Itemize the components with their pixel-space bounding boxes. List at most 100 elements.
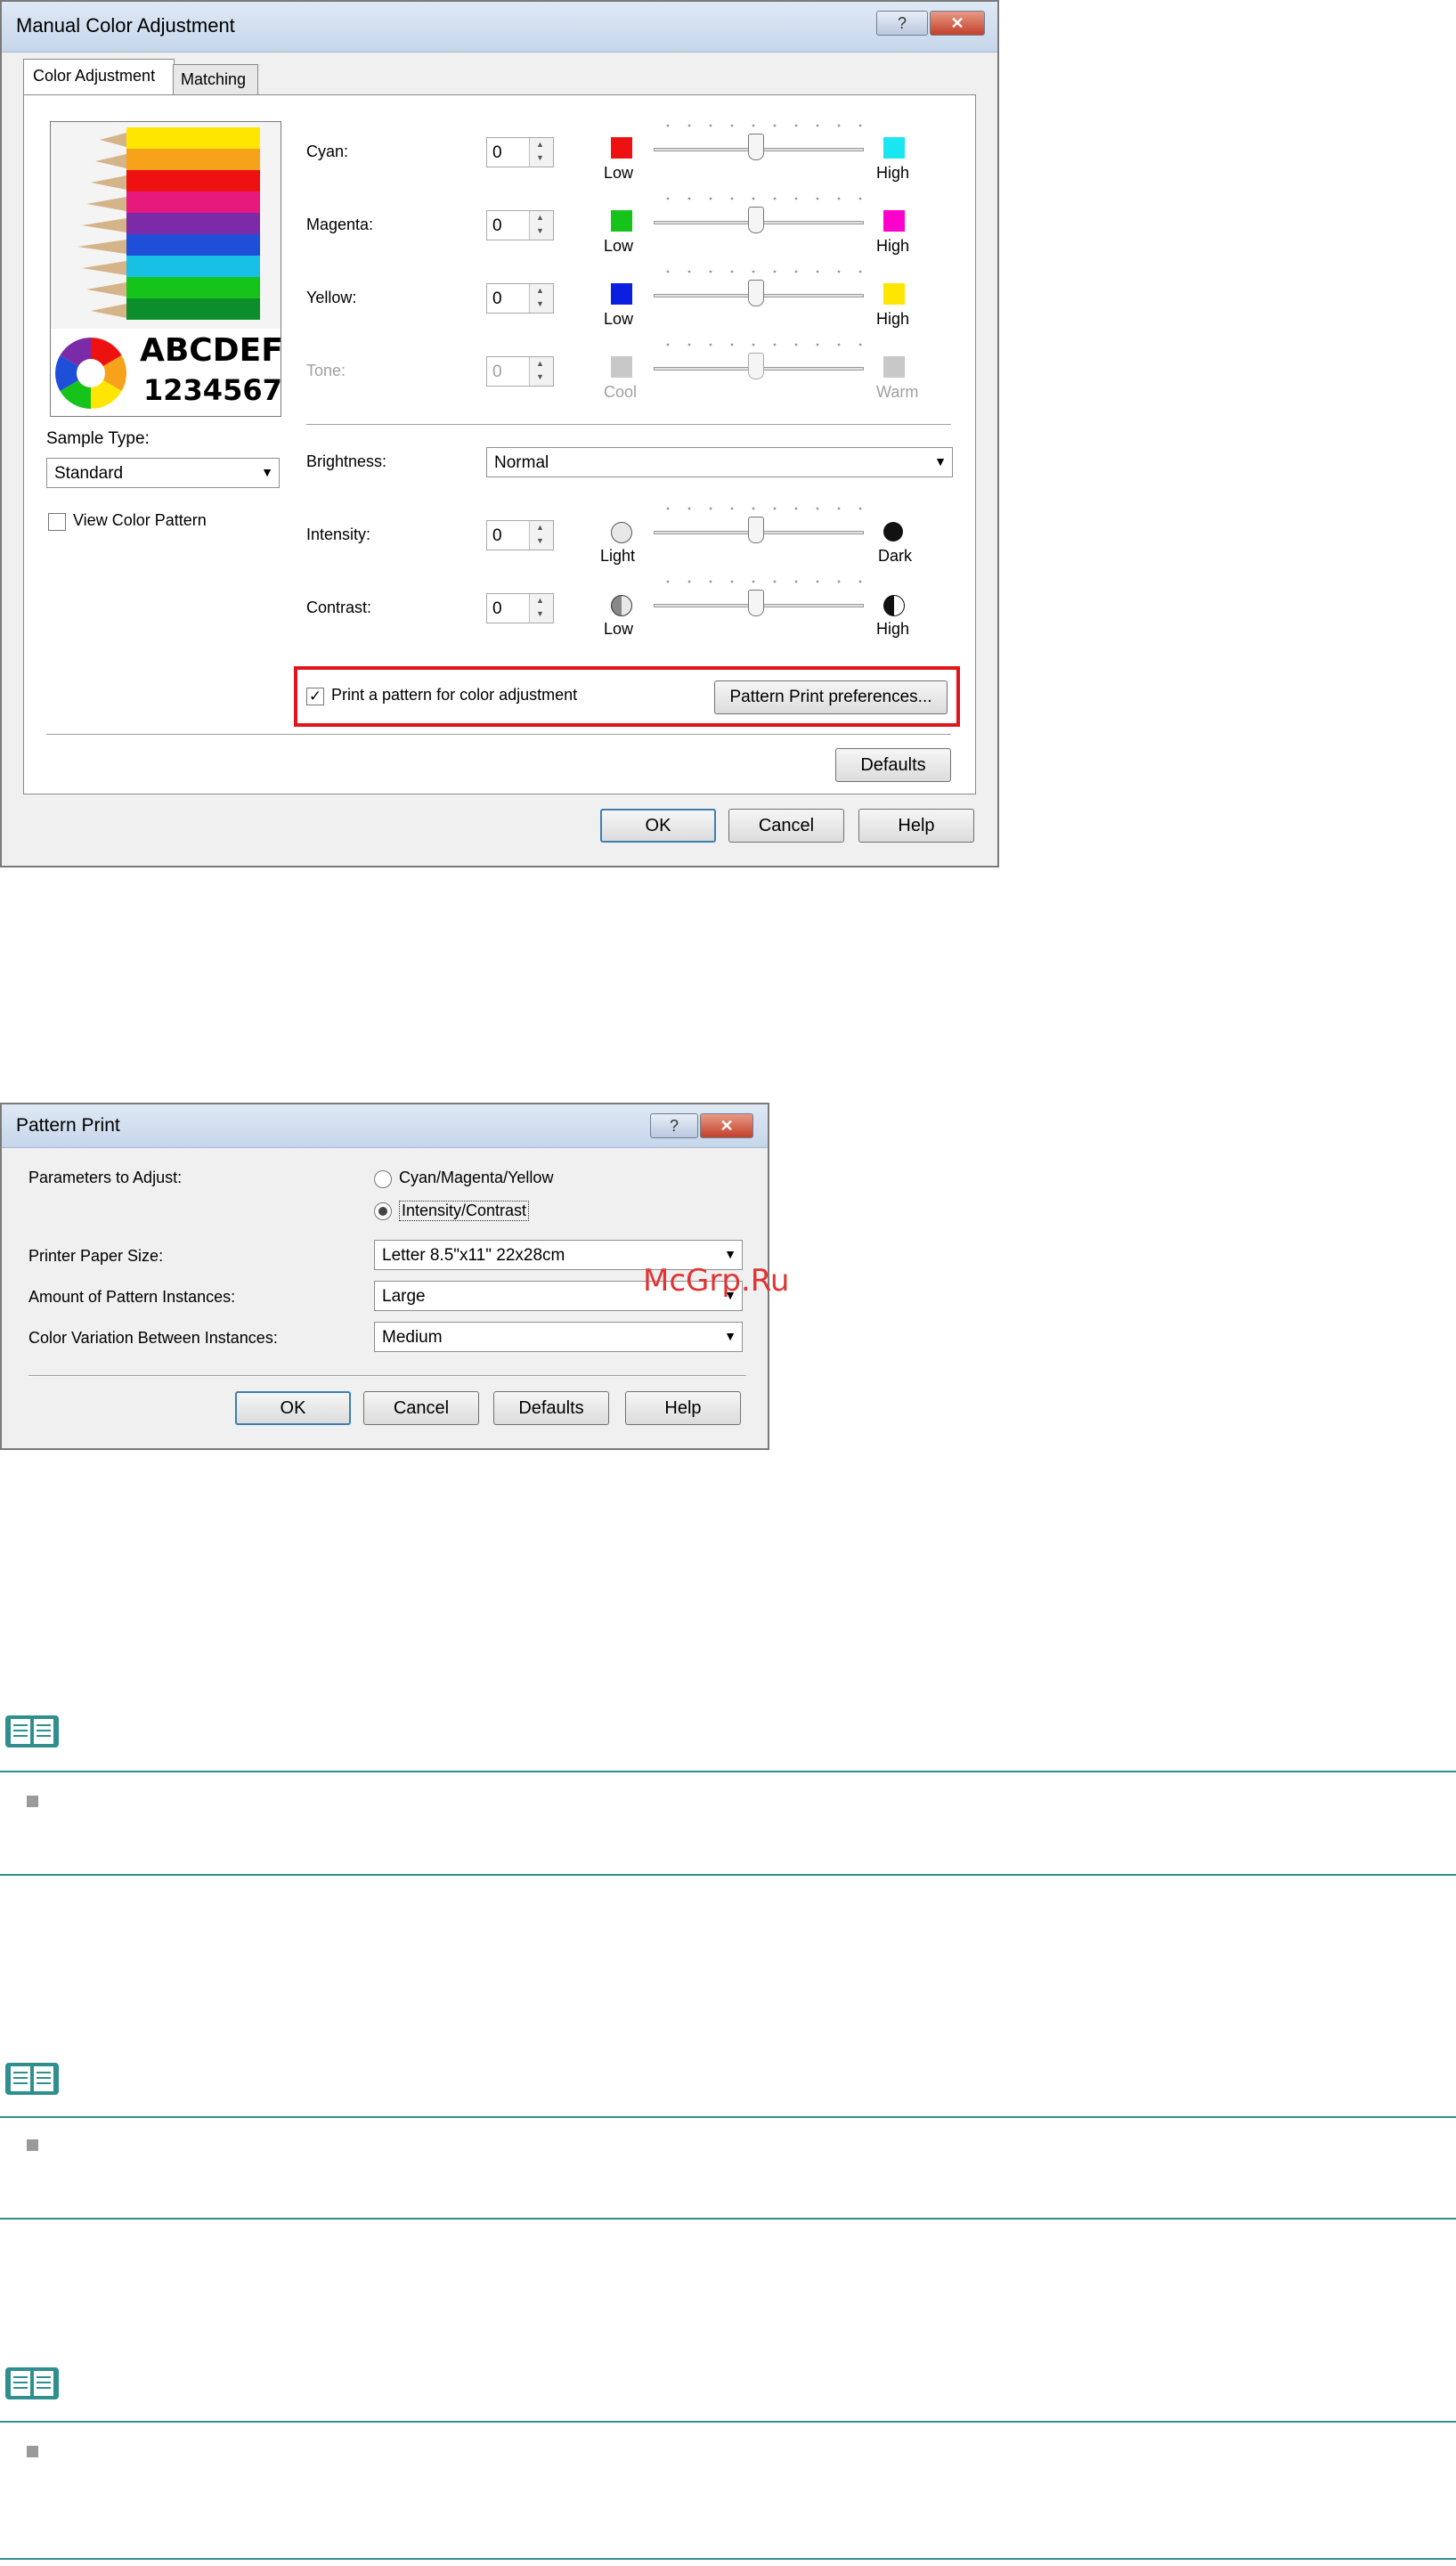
high-label: High	[876, 237, 910, 255]
slider-ticks	[657, 269, 864, 274]
sample-type-label: Sample Type:	[46, 429, 150, 448]
tab-color-adjustment[interactable]: Color Adjustment	[23, 59, 175, 97]
red-swatch	[611, 137, 632, 159]
divider	[46, 734, 951, 736]
spin-value: 0	[492, 289, 502, 308]
ok-button[interactable]: OK	[600, 809, 716, 843]
contrast-spinbox[interactable]: 0 ▲ ▼	[486, 593, 554, 623]
contrast-slider-thumb[interactable]	[748, 590, 764, 616]
cancel-button[interactable]: Cancel	[728, 809, 844, 843]
note-rule	[0, 2116, 1456, 2118]
title-bar: Pattern Print ? ✕	[2, 1104, 768, 1148]
defaults-button[interactable]: Defaults	[493, 1391, 609, 1425]
dialog-title: Pattern Print	[16, 1115, 120, 1136]
bullet-icon	[27, 2139, 38, 2151]
slider-ticks	[657, 196, 864, 201]
note-rule	[0, 2558, 1456, 2560]
title-bar: Manual Color Adjustment ? ✕	[2, 2, 997, 53]
magenta-spinbox[interactable]: 0 ▲ ▼	[486, 210, 554, 240]
spin-arrows-icon[interactable]: ▲ ▼	[529, 211, 553, 240]
dropdown-arrow-icon: ▼	[934, 454, 947, 468]
high-label: High	[876, 164, 910, 182]
spin-value: 0	[492, 143, 502, 162]
defaults-button[interactable]: Defaults	[835, 748, 951, 782]
light-circle-icon	[611, 522, 632, 543]
low-contrast-icon	[611, 595, 632, 616]
view-color-pattern-checkbox[interactable]	[48, 513, 66, 531]
color-variation-select[interactable]: Medium ▼	[374, 1322, 743, 1352]
help-button[interactable]: Help	[625, 1391, 741, 1425]
tone-spinbox: 0 ▲ ▼	[486, 356, 554, 387]
cyan-swatch	[883, 137, 905, 159]
close-icon[interactable]: ✕	[930, 11, 985, 36]
cmy-radio[interactable]	[374, 1170, 392, 1188]
book-note-icon	[5, 2063, 59, 2095]
help-icon[interactable]: ?	[876, 11, 928, 36]
tone-slider-thumb	[748, 353, 764, 379]
tone-label: Tone:	[306, 362, 346, 379]
spin-arrows-icon[interactable]: ▲ ▼	[529, 521, 553, 550]
book-note-icon	[5, 2367, 59, 2399]
watermark-text: McGrp.Ru	[643, 1263, 790, 1299]
paper-size-label: Printer Paper Size:	[28, 1247, 164, 1265]
yellow-label: Yellow:	[306, 289, 357, 306]
sample-type-select[interactable]: Standard ▼	[46, 458, 280, 488]
select-value: Letter 8.5"x11" 22x28cm	[382, 1246, 565, 1265]
ok-button[interactable]: OK	[235, 1391, 351, 1425]
spin-arrows-icon[interactable]: ▲ ▼	[529, 284, 553, 313]
cancel-button[interactable]: Cancel	[363, 1391, 479, 1425]
dialog-title: Manual Color Adjustment	[16, 14, 235, 37]
brightness-label: Brightness:	[306, 452, 387, 470]
dropdown-arrow-icon: ▼	[724, 1247, 736, 1261]
book-note-icon	[5, 1715, 59, 1747]
blue-swatch	[611, 283, 632, 305]
warm-swatch	[883, 356, 905, 378]
intensity-label: Intensity:	[306, 525, 371, 543]
low-label: Low	[604, 237, 634, 255]
intensity-spinbox[interactable]: 0 ▲ ▼	[486, 520, 554, 550]
yellow-slider-thumb[interactable]	[748, 280, 764, 306]
parameters-label: Parameters to Adjust:	[28, 1169, 183, 1186]
divider	[306, 424, 951, 426]
intensity-slider-thumb[interactable]	[748, 517, 764, 543]
select-value: Medium	[382, 1328, 443, 1347]
print-pattern-checkbox[interactable]: ✓	[306, 688, 324, 705]
spin-arrows-icon[interactable]: ▲ ▼	[529, 138, 553, 167]
high-label: High	[876, 310, 910, 328]
cyan-spinbox[interactable]: 0 ▲ ▼	[486, 137, 554, 167]
spin-value: 0	[492, 526, 502, 545]
close-icon[interactable]: ✕	[700, 1113, 753, 1138]
select-value: Standard	[54, 464, 124, 483]
spin-value: 0	[492, 362, 502, 381]
low-label: Low	[604, 164, 634, 182]
dark-label: Dark	[878, 547, 913, 565]
brightness-select[interactable]: Normal ▼	[486, 447, 953, 477]
help-icon[interactable]: ?	[650, 1113, 698, 1138]
magenta-label: Magenta:	[306, 216, 374, 233]
select-value: Large	[382, 1287, 426, 1306]
intensity-contrast-radio[interactable]	[374, 1202, 392, 1220]
magenta-swatch	[883, 210, 905, 232]
dropdown-arrow-icon: ▼	[261, 465, 273, 479]
tab-matching[interactable]: Matching	[173, 64, 258, 97]
low-label: Low	[604, 620, 634, 638]
pattern-print-preferences-button[interactable]: Pattern Print preferences...	[714, 680, 948, 714]
spin-arrows-icon[interactable]: ▲ ▼	[529, 594, 553, 623]
yellow-spinbox[interactable]: 0 ▲ ▼	[486, 283, 554, 314]
tab-label: Matching	[181, 70, 247, 88]
manual-color-adjustment-dialog: Manual Color Adjustment ? ✕ Color Adjust…	[0, 0, 999, 868]
warm-label: Warm	[876, 383, 919, 401]
tab-label: Color Adjustment	[33, 67, 156, 85]
high-contrast-icon	[883, 595, 905, 616]
note-rule	[0, 1874, 1456, 1876]
slider-ticks	[657, 579, 864, 584]
magenta-slider-thumb[interactable]	[748, 207, 764, 233]
color-preview-image: ABCDEF 1234567	[50, 121, 281, 417]
help-button[interactable]: Help	[858, 809, 974, 843]
cyan-slider-thumb[interactable]	[748, 134, 764, 160]
dropdown-arrow-icon: ▼	[724, 1329, 736, 1343]
print-pattern-label: Print a pattern for color adjustment	[331, 686, 578, 704]
note-rule	[0, 1771, 1456, 1772]
spin-value: 0	[492, 216, 502, 235]
select-value: Normal	[494, 453, 549, 472]
